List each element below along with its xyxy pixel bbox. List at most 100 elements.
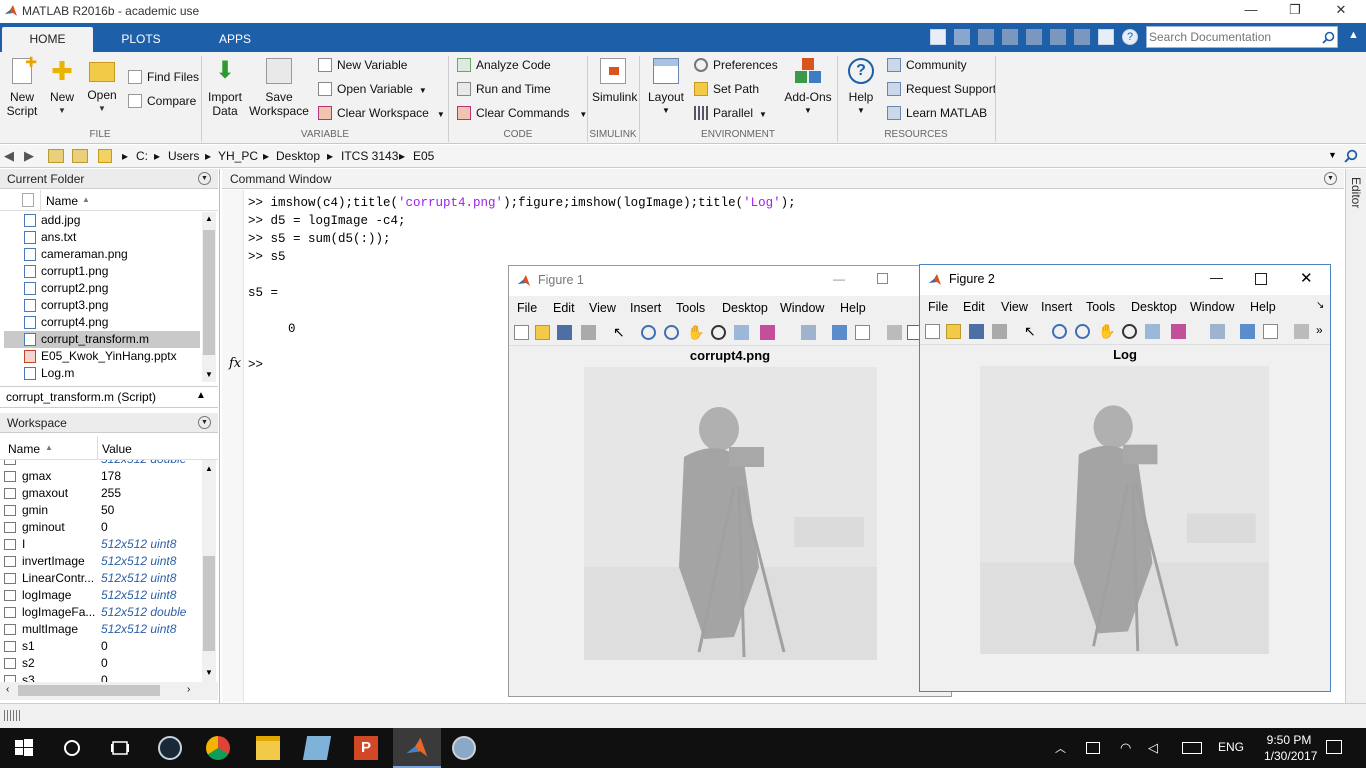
tab-home[interactable]: HOME [2,27,93,52]
legend-icon[interactable] [855,325,870,340]
workspace-scrollbar[interactable]: ▲ ▼ [202,460,216,682]
pan-icon[interactable]: ✋ [1098,324,1115,339]
new-script-button[interactable]: ✚ New Script [4,55,40,118]
open-variable-dropdown-icon[interactable]: ▼ [419,86,427,95]
figure-2-window[interactable]: Figure 2 — ✕ File Edit View Insert Tools… [919,264,1331,692]
editor-side-tab[interactable]: Editor [1345,169,1366,703]
parallel-button[interactable]: Parallel ▼ [694,103,767,123]
hide-plot-tools-icon[interactable] [1294,324,1309,339]
folder-scrollbar[interactable]: ▲ ▼ [202,212,216,382]
minimize-button[interactable]: — [1210,270,1223,285]
minimize-button[interactable]: — [1228,2,1274,22]
minimize-button[interactable]: — [833,272,845,286]
language-indicator[interactable]: ENG [1218,740,1244,754]
table-row[interactable]: gmax 178 [4,468,200,485]
save-icon[interactable] [954,29,970,45]
save-workspace-button[interactable]: Save Workspace [249,58,309,118]
file-explorer-icon[interactable] [256,736,280,760]
layout-button[interactable]: Layout ▼ [644,58,688,118]
compare-button[interactable]: Compare [128,91,196,111]
notes-app-icon[interactable] [302,736,332,760]
close-button[interactable]: ✕ [1300,269,1313,287]
clear-commands-button[interactable]: Clear Commands ▼ [457,103,587,123]
maximize-button[interactable] [1255,273,1267,285]
clear-workspace-button[interactable]: Clear Workspace ▼ [318,103,445,123]
scroll-thumb[interactable] [18,685,160,696]
redo-icon[interactable] [1074,29,1090,45]
scroll-left-icon[interactable]: ‹ [6,684,9,695]
details-expand-icon[interactable]: ▲ [196,390,206,401]
table-row[interactable]: LinearContr... 512x512 uint8 [4,570,200,587]
table-row[interactable]: s3 0 [4,672,200,682]
zoom-in-icon[interactable] [1052,324,1067,339]
new-variable-button[interactable]: New Variable [318,55,407,75]
scroll-thumb[interactable] [203,230,215,355]
cut-icon[interactable] [978,29,994,45]
details-bar[interactable]: corrupt_transform.m (Script) ▲ [0,386,218,408]
matlab-taskbar-button[interactable] [393,728,441,768]
menu-desktop[interactable]: Desktop [1131,300,1177,314]
run-and-time-button[interactable]: Run and Time [457,79,551,99]
learn-matlab-button[interactable]: Learn MATLAB [887,103,987,123]
search-input[interactable] [1149,29,1319,45]
help-dropdown-icon[interactable]: ▼ [844,104,878,118]
switch-windows-icon[interactable] [1098,29,1114,45]
new-figure-icon[interactable] [514,325,529,340]
new-button[interactable]: ✚ New ▼ [46,58,78,118]
cortana-search-icon[interactable] [60,736,84,760]
table-row[interactable]: gmaxout 255 [4,485,200,502]
panel-actions-icon[interactable]: ▼ [198,416,211,429]
menu-help[interactable]: Help [840,301,866,315]
layout-dropdown-icon[interactable]: ▼ [644,104,688,118]
rotate-3d-icon[interactable] [1122,324,1137,339]
volume-icon[interactable]: ◁ [1148,740,1158,756]
edit-plot-icon[interactable]: ↖ [613,325,628,340]
edit-plot-icon[interactable]: ↖ [1024,324,1039,339]
parallel-dropdown-icon[interactable]: ▼ [759,110,767,119]
menu-help[interactable]: Help [1250,300,1276,314]
scroll-up-icon[interactable]: ▲ [205,464,213,473]
task-view-icon[interactable] [108,736,132,760]
close-button[interactable]: ✕ [1318,2,1364,22]
address-dropdown-icon[interactable]: ▼ [1328,150,1337,160]
wifi-icon[interactable]: ◠ [1120,740,1131,756]
breadcrumb-users[interactable]: Users [168,149,199,163]
powerpoint-icon[interactable]: P [354,736,378,760]
browse-folder-icon[interactable] [72,149,88,163]
add-ons-button[interactable]: Add-Ons ▼ [784,58,832,118]
scroll-right-icon[interactable]: › [187,684,190,695]
menu-tools[interactable]: Tools [676,301,705,315]
new-figure-icon[interactable] [925,324,940,339]
command-prompt[interactable]: >> [248,358,263,372]
figure-1-window[interactable]: Figure 1 — File Edit View Insert Tools D… [508,265,952,697]
maximize-button[interactable] [877,273,888,284]
menu-file[interactable]: File [517,301,537,315]
function-browser-icon[interactable]: fx [229,356,241,371]
table-row[interactable]: I 512x512 uint8 [4,536,200,553]
brush-icon[interactable] [1171,324,1186,339]
table-row[interactable]: logImageFa... 512x512 double [4,604,200,621]
settings-app-icon[interactable] [452,736,476,760]
copy-icon[interactable] [1002,29,1018,45]
open-button[interactable]: Open ▼ [86,58,118,116]
help-button[interactable]: ? Help ▼ [844,58,878,118]
colorbar-icon[interactable] [832,325,847,340]
menu-edit[interactable]: Edit [553,301,575,315]
open-file-icon[interactable] [946,324,961,339]
collapse-toolstrip-icon[interactable]: ▲ [1348,29,1359,41]
add-ons-dropdown-icon[interactable]: ▼ [784,104,832,118]
search-box[interactable] [1146,26,1338,48]
save-figure-icon[interactable] [969,324,984,339]
table-row[interactable]: gminout 0 [4,519,200,536]
table-row[interactable]: multImage 512x512 uint8 [4,621,200,638]
menu-view[interactable]: View [589,301,616,315]
set-path-button[interactable]: Set Path [694,79,759,99]
open-dropdown-icon[interactable]: ▼ [86,102,118,116]
battery-icon[interactable] [1086,742,1100,754]
chrome-icon[interactable] [206,736,230,760]
scroll-down-icon[interactable]: ▼ [205,668,213,677]
folder-search-icon[interactable] [1344,149,1358,163]
shortcut-icon[interactable] [930,29,946,45]
keyboard-icon[interactable] [1182,742,1202,754]
search-icon[interactable] [1322,31,1335,44]
